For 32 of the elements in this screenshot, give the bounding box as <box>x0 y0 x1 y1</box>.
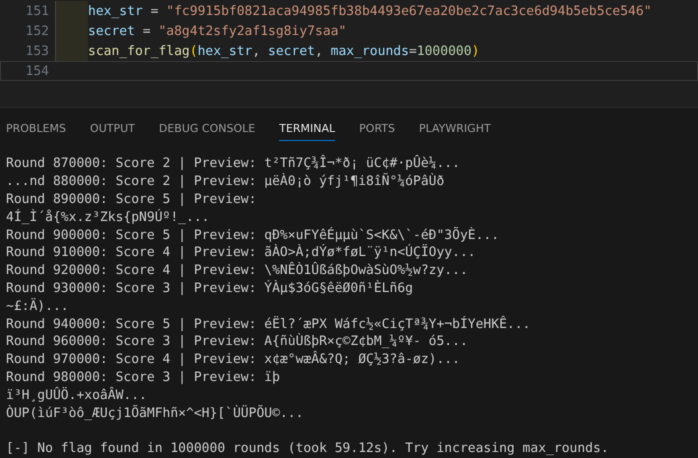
terminal-line: ~£:Ä)... <box>6 298 70 316</box>
terminal-line: 4Í_Ì´å{%x.z³Zks{pN9Úº!_... <box>6 208 210 227</box>
terminal-line: ï³H¸gUÛÖ.+xoâÂW... <box>6 386 148 405</box>
terminal-line: Round 930000: Score 3 | Preview: ÝÀµ$3óG§êëØ0ñ¹ÈLñ6g <box>6 280 414 298</box>
panel-tab[interactable]: PORTS <box>359 116 395 142</box>
line-number: 152 <box>24 24 49 38</box>
terminal-line: ...nd 880000: Score 2 | Preview: µëÀ0¡ò ýfj¹¶i8îÑ°¼óPâÙð <box>6 173 446 192</box>
terminal-line: Round 960000: Score 3 | Preview: A{ñùÙßþR×ç©Z¢bM_¼º¥- ó5... <box>6 333 469 350</box>
line-number: 151 <box>24 4 49 18</box>
code-line: secret = "a8g4t2sfy2af1sg8iy7saa" <box>88 24 346 38</box>
line-number: 154 <box>24 64 49 78</box>
indent-guide <box>55 1 88 21</box>
line-number: 153 <box>24 44 49 58</box>
terminal-line: Round 980000: Score 3 | Preview: ïþ <box>6 369 281 386</box>
code-line: scan_for_flag(hex_str, secret, max_rounds=1000000) <box>88 44 480 58</box>
terminal-line: Round 870000: Score 2 | Preview: t²Tñ7Ç¾Î¬*ð¡ üC¢#·pÛè¼... <box>6 155 461 173</box>
panel-tab[interactable]: PLAYWRIGHT <box>419 116 491 142</box>
panel-tab[interactable]: PROBLEMS <box>6 116 66 142</box>
code-line: hex_str = "fc9915bf0821aca94985fb38b4493e67ea20be2c7ac3ce6d94b5eb5ce546" <box>88 4 652 18</box>
terminal-line: Round 970000: Score 4 | Preview: x¢æ°wæÂ&?Q; ØÇ½3?â-øz)... <box>6 351 461 370</box>
terminal-line: Round 920000: Score 4 | Preview: \%NÊÒ1ÛßáßþOwàSùO%½w?zy... <box>6 262 469 280</box>
indent-guide <box>55 41 88 61</box>
code-editor[interactable]: 151 hex_str = "fc9915bf0821aca94985fb38b4493e67ea20be2c7ac3ce6d94b5eb5ce546" 152 secret = "a8g4t2sfy2af1sg8iy7saa" 153 scan_for_flag(hex_str, secret, max_rounds=1000000) 154 <box>0 0 698 108</box>
terminal-line: Round 940000: Score 5 | Preview: éËl?´æPX Wáfc½«CiçTª¾Y+¬bÍYeHKÊ... <box>6 316 532 333</box>
terminal-line: Round 900000: Score 5 | Preview: qÐ%×uFYêÉµµù`S<K&\`-éÐ"3ÕyÈ... <box>6 226 500 244</box>
panel-tab[interactable]: DEBUG CONSOLE <box>158 116 256 142</box>
panel-tab[interactable]: TERMINAL <box>279 116 336 142</box>
terminal-line: Round 890000: Score 5 | Preview: <box>6 191 258 209</box>
terminal-line: Round 910000: Score 4 | Preview: ãÀO>À;dÝø*føL¨ÿ¹n<ÚÇÏOyy... <box>6 244 477 262</box>
terminal-line: [-] No flag found in 1000000 rounds (took 59.12s). Try increasing max_rounds. <box>6 440 610 458</box>
panel-tab[interactable]: OUTPUT <box>90 116 135 142</box>
terminal-line: ÒUP(ìúF³òô_ÆUçj1ÕãMFhñ×^<H}[`ÙÜPÕU©... <box>6 404 304 422</box>
